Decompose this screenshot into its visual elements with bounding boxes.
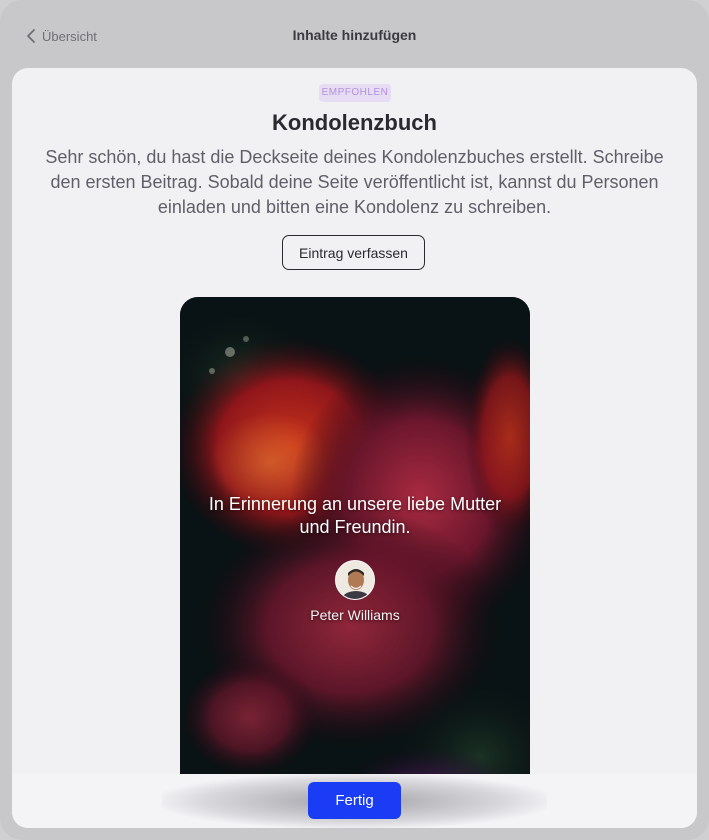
modal-sheet: Übersicht Inhalte hinzufügen EMPFOHLEN K… xyxy=(0,0,709,840)
write-entry-button[interactable]: Eintrag verfassen xyxy=(282,235,425,270)
cover-preview: In Erinnerung an unsere liebe Mutter und… xyxy=(180,297,530,828)
person-avatar-icon xyxy=(336,561,374,599)
done-button[interactable]: Fertig xyxy=(308,782,401,819)
content-card: EMPFOHLEN Kondolenzbuch Sehr schön, du h… xyxy=(12,68,697,828)
top-bar: Übersicht Inhalte hinzufügen xyxy=(0,0,709,68)
recommended-badge: EMPFOHLEN xyxy=(319,84,391,102)
section-description: Sehr schön, du hast die Deckseite deines… xyxy=(45,147,664,217)
section-title: Kondolenzbuch xyxy=(272,110,437,135)
memorial-text: In Erinnerung an unsere liebe Mutter und… xyxy=(208,494,502,537)
person-name: Peter Williams xyxy=(310,607,400,623)
avatar xyxy=(335,560,375,600)
page-title: Inhalte hinzufügen xyxy=(292,27,417,43)
footer-bar: Fertig xyxy=(12,774,697,828)
